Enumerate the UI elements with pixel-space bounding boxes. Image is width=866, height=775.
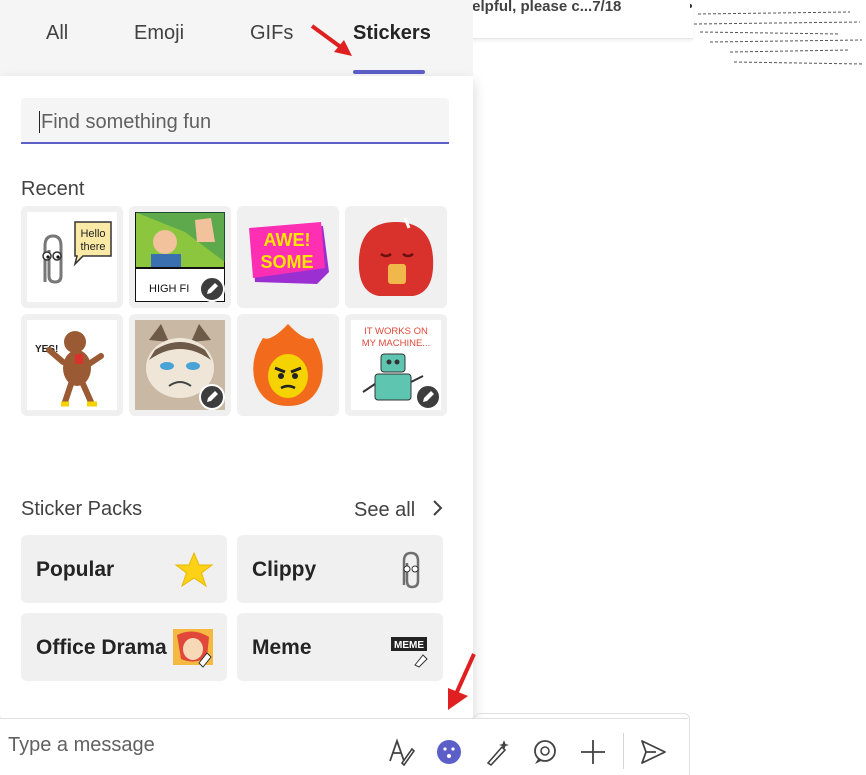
- clippy-sticker-image: Hello there: [27, 212, 117, 302]
- sticker-grumpy-cat[interactable]: [129, 314, 231, 416]
- recent-title: Recent: [21, 178, 85, 200]
- format-icon[interactable]: [386, 737, 416, 767]
- see-all-label: See all: [354, 499, 416, 521]
- pack-clippy[interactable]: Clippy: [237, 535, 443, 603]
- edit-icon[interactable]: [199, 276, 225, 302]
- tab-gifs[interactable]: GIFs: [250, 22, 293, 45]
- chevron-right-icon: [433, 500, 443, 516]
- tab-stickers[interactable]: Stickers: [353, 22, 431, 45]
- monkey-sticker-image: YES!: [27, 320, 117, 410]
- office-drama-icon: [173, 629, 213, 668]
- svg-text:Hello: Hello: [80, 228, 105, 240]
- edit-icon[interactable]: [415, 384, 441, 410]
- edit-icon[interactable]: [199, 384, 225, 410]
- active-tab-indicator: [353, 70, 425, 74]
- svg-text:HIGH FI: HIGH FI: [149, 283, 189, 295]
- picker-tab-bar: All Emoji GIFs Stickers: [0, 0, 473, 76]
- search-box[interactable]: [21, 98, 449, 146]
- svg-text:MEME: MEME: [394, 640, 424, 651]
- sticker-angry-fire[interactable]: [237, 314, 339, 416]
- pack-label: Popular: [36, 558, 115, 581]
- svg-text:SOME: SOME: [260, 252, 313, 272]
- sticker-awesome[interactable]: AWE! SOME: [237, 206, 339, 308]
- pack-label: Office Drama: [36, 636, 167, 659]
- message-composer: [0, 718, 688, 775]
- composer-divider: [623, 733, 624, 769]
- tab-emoji[interactable]: Emoji: [134, 22, 184, 45]
- sticker-packs-title: Sticker Packs: [21, 498, 143, 520]
- svg-text:IT WORKS ON: IT WORKS ON: [364, 326, 428, 337]
- pack-label: Meme: [252, 636, 312, 659]
- red-blob-sticker-image: [351, 212, 441, 302]
- paperclip-icon: [402, 551, 420, 589]
- loop-icon[interactable]: [530, 737, 560, 767]
- copilot-icon[interactable]: [482, 737, 512, 767]
- add-icon[interactable]: [578, 737, 608, 767]
- svg-text:AWE!: AWE!: [264, 230, 311, 250]
- svg-text:there: there: [80, 241, 105, 253]
- send-icon[interactable]: [638, 737, 668, 767]
- sticker-works-on-my-machine[interactable]: IT WORKS ON MY MACHINE...: [345, 314, 447, 416]
- pack-office-drama[interactable]: Office Drama: [21, 613, 227, 681]
- message-input[interactable]: [6, 733, 370, 758]
- redacted-scribble: [690, 4, 865, 65]
- emoji-icon[interactable]: [434, 737, 464, 767]
- see-all-link[interactable]: See all: [354, 498, 447, 522]
- meme-icon: MEME: [391, 637, 428, 668]
- sticker-high-five[interactable]: HIGH FI: [129, 206, 231, 308]
- pack-label: Clippy: [252, 558, 317, 581]
- awesome-sticker-image: AWE! SOME: [243, 212, 333, 302]
- background-message-text: helpful, please c...7/18: [463, 0, 622, 15]
- star-icon: [174, 551, 214, 588]
- sticker-red-blob-coffee[interactable]: [345, 206, 447, 308]
- annotation-arrow-icon: [310, 24, 352, 56]
- sticker-monkey-yes[interactable]: YES!: [21, 314, 123, 416]
- tab-all[interactable]: All: [46, 22, 68, 45]
- sticker-clippy-hello-there[interactable]: Hello there: [21, 206, 123, 308]
- pack-meme[interactable]: Meme MEME: [237, 613, 443, 681]
- annotation-arrow-icon: [448, 653, 476, 710]
- sticker-picker-panel: Recent Hello there HIGH FI: [0, 76, 473, 724]
- search-input[interactable]: [39, 98, 433, 146]
- svg-text:MY MACHINE...: MY MACHINE...: [362, 338, 430, 349]
- pack-popular[interactable]: Popular: [21, 535, 227, 603]
- background-message-preview: helpful, please c...7/18: [463, 0, 693, 39]
- angry-fire-sticker-image: [243, 320, 333, 410]
